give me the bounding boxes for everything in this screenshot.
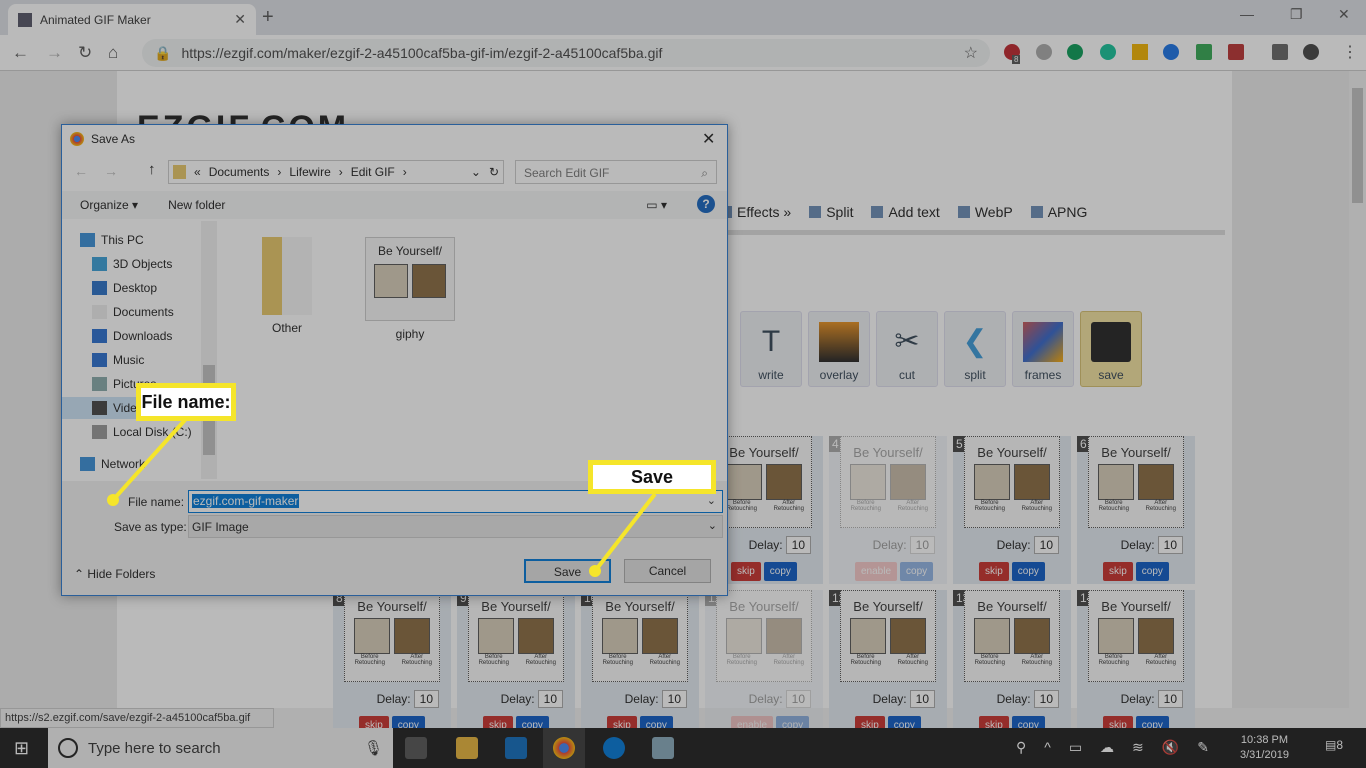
callout-save: Save [588,460,716,494]
callout-dot-file-name [107,494,119,506]
callout-dot-save [589,565,601,577]
callout-line-file-name [111,418,187,502]
callout-line-save [593,492,657,573]
callout-file-name: File name: [136,383,236,421]
